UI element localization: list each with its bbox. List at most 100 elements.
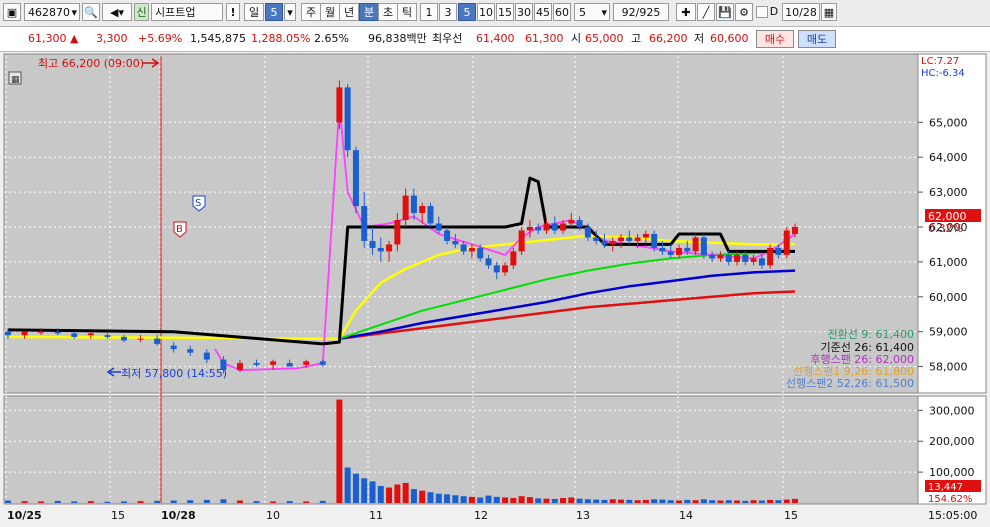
candle-body xyxy=(667,251,674,255)
candle-body xyxy=(742,254,749,262)
period-second[interactable]: 초 xyxy=(378,3,398,21)
high-annotation: 최고 66,200 (09:00) xyxy=(38,57,144,70)
period-year[interactable]: 년 xyxy=(339,3,359,21)
volume-bar xyxy=(750,500,757,503)
candle-body xyxy=(576,220,583,227)
interval-60[interactable]: 60 xyxy=(553,3,571,21)
interval-10[interactable]: 10 xyxy=(477,3,495,21)
hc-label: HC:-6.34 xyxy=(921,68,965,79)
speaker-icon[interactable]: ◀▾ xyxy=(102,3,132,21)
period-month[interactable]: 월 xyxy=(320,3,340,21)
period-day[interactable]: 일 xyxy=(244,3,264,21)
sell-button[interactable]: 매도 xyxy=(798,30,836,48)
volume-bar xyxy=(783,499,790,503)
candle-body xyxy=(236,363,243,371)
candle-body xyxy=(535,226,542,231)
candle-body xyxy=(410,195,417,214)
volume-bar xyxy=(419,490,426,503)
volume-bar xyxy=(377,486,384,503)
date-field[interactable]: 10/28 xyxy=(782,3,820,21)
volume-bar xyxy=(676,500,683,503)
buy-button[interactable]: 매수 xyxy=(756,30,794,48)
stock-code-value: 462870 xyxy=(28,6,70,19)
volume-bar xyxy=(477,497,484,503)
candle-body xyxy=(394,220,401,245)
volume-tick-label: 200,000 xyxy=(929,435,975,448)
period-day-count[interactable]: 5 xyxy=(265,3,283,21)
candle-body xyxy=(427,206,434,224)
volume-bar xyxy=(560,498,567,503)
volume-bar xyxy=(410,489,417,503)
volume-bar xyxy=(170,500,177,503)
chevron-down-icon[interactable]: ▾ xyxy=(284,3,296,21)
candle-body xyxy=(154,338,161,344)
period-tick[interactable]: 틱 xyxy=(397,3,417,21)
volume-bar xyxy=(220,499,227,503)
volume-bar xyxy=(120,501,127,503)
d-checkbox[interactable] xyxy=(756,6,768,18)
volume-bar xyxy=(452,495,459,503)
candle-body xyxy=(203,352,210,360)
volume-bar xyxy=(386,487,393,503)
search-icon[interactable]: 🔍 xyxy=(82,3,100,21)
calendar-icon[interactable]: ▦ xyxy=(821,3,837,21)
time-tick-label: 12 xyxy=(474,509,488,522)
stock-name-field[interactable]: 시프트업 xyxy=(151,3,223,21)
chevron-down-icon: ▾ xyxy=(71,6,77,19)
candle-body xyxy=(651,233,658,248)
candle-body xyxy=(734,254,741,262)
count-select[interactable]: 5 ▾ xyxy=(574,3,610,21)
interval-3[interactable]: 3 xyxy=(439,3,457,21)
time-tick-label: 10/25 xyxy=(7,509,42,522)
candle-body xyxy=(87,333,94,336)
interval-1[interactable]: 1 xyxy=(420,3,438,21)
volume-bar xyxy=(38,501,45,503)
window-icon[interactable]: ▣ xyxy=(3,3,21,21)
candle-body xyxy=(584,226,591,238)
volume-tick-label: 300,000 xyxy=(929,404,975,417)
best-bid: 61,300 xyxy=(525,32,564,45)
stock-code-input[interactable]: 462870 ▾ xyxy=(24,3,80,21)
volume-bar xyxy=(361,478,368,503)
price-tick-label: 61,000 xyxy=(929,256,968,269)
interval-15[interactable]: 15 xyxy=(496,3,514,21)
volume-bar xyxy=(709,500,716,503)
volume-bar xyxy=(493,496,500,503)
candle-body xyxy=(352,150,359,207)
up-arrow-icon: ▲ xyxy=(70,32,79,45)
period-minute[interactable]: 분 xyxy=(359,3,379,21)
period-week[interactable]: 주 xyxy=(301,3,321,21)
low-label: 저 xyxy=(694,32,705,45)
candle-body xyxy=(642,233,649,238)
candle-body xyxy=(137,338,144,340)
volume-current-label: 13,447 xyxy=(928,482,963,493)
candle-body xyxy=(344,87,351,151)
save-icon[interactable]: 💾 xyxy=(716,3,734,21)
open-label: 시 xyxy=(571,32,582,45)
candle-body xyxy=(104,335,111,337)
interval-45[interactable]: 45 xyxy=(534,3,552,21)
interval-5[interactable]: 5 xyxy=(458,3,476,21)
volume-bar xyxy=(792,498,798,503)
candle-body xyxy=(783,230,790,255)
volume-bar xyxy=(700,499,707,503)
count-value: 5 xyxy=(579,6,586,19)
candle-body xyxy=(361,206,368,241)
volume-bar xyxy=(543,498,550,503)
candle-body xyxy=(477,247,484,259)
time-tick-label: 13 xyxy=(576,509,590,522)
volume-bar xyxy=(460,496,467,503)
chart-area[interactable]: 65,00064,00063,00062,00061,00060,00059,0… xyxy=(0,52,990,527)
volume-bar xyxy=(344,467,351,503)
volume-bar xyxy=(634,500,641,503)
crosshair-tool-icon[interactable]: ✚ xyxy=(676,3,696,21)
draw-line-icon[interactable]: ╱ xyxy=(697,3,715,21)
volume-bar xyxy=(502,497,509,503)
current-pct-label: 0.32% xyxy=(928,222,963,235)
interval-30[interactable]: 30 xyxy=(515,3,533,21)
gear-icon[interactable]: ⚙ xyxy=(735,3,753,21)
time-tick-label: 10 xyxy=(266,509,280,522)
volume-bar xyxy=(510,498,517,503)
volume-bar xyxy=(485,495,492,503)
alert-icon[interactable]: ! xyxy=(226,3,240,21)
